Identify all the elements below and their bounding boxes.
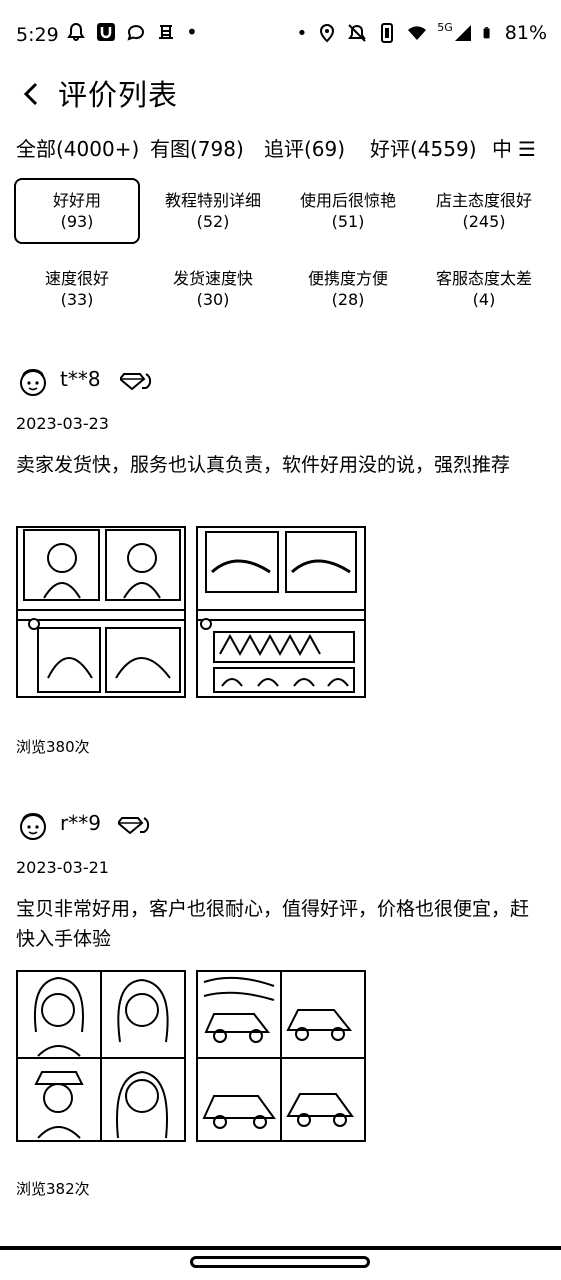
filter-tabs: 全部(4000+) 有图(798) 追评(69) 好评(4559) 中 ☰ — [0, 134, 561, 170]
review-content: 宝贝非常好用，客户也很耐心，值得好评，价格也很便宜，赶快入手体验 — [16, 898, 530, 950]
tag-count: (28) — [331, 290, 365, 309]
tag-count: (93) — [60, 212, 94, 231]
review-item: r**9 2023-03-21 宝贝非常好用，客户也很耐心，值得好评，价格也很便… — [16, 808, 546, 1208]
location-icon — [320, 23, 335, 43]
bell-icon — [67, 22, 85, 41]
dot-icon: • — [186, 20, 198, 44]
avatar[interactable] — [16, 364, 50, 398]
home-gesture-bar[interactable] — [190, 1256, 370, 1268]
tag-chip[interactable]: 好好用 (93) — [14, 178, 140, 244]
tag-name: 使用后很惊艳 — [299, 191, 396, 210]
tab-follow-up[interactable]: 追评(69) — [264, 134, 345, 164]
status-bar: 5:29 • • 5G 81% — [0, 0, 561, 70]
tag-count: (30) — [196, 290, 230, 309]
wifi-icon — [408, 26, 427, 40]
battery-icon — [483, 27, 490, 39]
tag-chip[interactable]: 发货速度快 (30) — [150, 256, 276, 322]
tag-name: 教程特别详细 — [164, 191, 261, 210]
review-photo[interactable] — [196, 970, 366, 1142]
review-date: 2023-03-21 — [16, 858, 109, 877]
review-photo[interactable] — [16, 970, 186, 1142]
app-u-icon — [97, 23, 115, 41]
review-date: 2023-03-23 — [16, 414, 109, 433]
tag-name: 速度很好 — [44, 269, 109, 288]
review-content: 卖家发货快，服务也认真负责，软件好用没的说，强烈推荐 — [16, 454, 511, 476]
tag-chip[interactable]: 使用后很惊艳 (51) — [285, 178, 411, 244]
chat-icon — [127, 25, 144, 41]
username: t**8 — [60, 367, 101, 391]
review-photo[interactable] — [16, 526, 186, 698]
tag-count: (245) — [462, 212, 506, 231]
status-right-icons: • 5G 81% — [296, 20, 547, 45]
tag-name: 客服态度太差 — [435, 269, 532, 288]
notification-icons: • — [66, 22, 198, 42]
tag-name: 店主态度很好 — [435, 191, 532, 210]
chevron-left-icon — [23, 82, 38, 106]
signal-icon — [454, 25, 471, 41]
view-count: 浏览380次 — [16, 738, 90, 756]
status-time: 5:29 — [16, 24, 59, 46]
mute-bell-icon — [348, 24, 367, 42]
photo-collage-image — [18, 529, 184, 693]
tag-chip[interactable]: 教程特别详细 (52) — [150, 178, 276, 244]
tag-chip[interactable]: 速度很好 (33) — [14, 256, 140, 322]
view-count: 浏览382次 — [16, 1180, 90, 1198]
username: r**9 — [60, 811, 101, 835]
tag-name: 便携度方便 — [307, 269, 388, 288]
tag-name: 好好用 — [52, 191, 101, 210]
review-photo[interactable] — [196, 526, 366, 698]
tag-name: 发货速度快 — [172, 269, 253, 288]
tag-count: (33) — [60, 290, 94, 309]
header: 评价列表 — [0, 70, 561, 120]
page-title: 评价列表 — [58, 78, 179, 112]
tab-with-images[interactable]: 有图(798) — [150, 134, 244, 164]
photo-collage-image — [198, 972, 364, 1140]
menu-icon[interactable]: ☰ — [518, 134, 536, 164]
news-icon — [159, 25, 173, 39]
tab-neutral[interactable]: 中 — [492, 134, 512, 164]
photo-collage-image — [18, 972, 184, 1140]
tag-chip[interactable]: 店主态度很好 (245) — [421, 178, 547, 244]
avatar[interactable] — [16, 808, 50, 842]
network-type: 5G — [437, 20, 453, 34]
tag-chip[interactable]: 客服态度太差 (4) — [421, 256, 547, 322]
review-item: t**8 2023-03-23 卖家发货快，服务也认真负责，软件好用没的说，强烈… — [16, 364, 546, 764]
back-button[interactable] — [16, 74, 46, 114]
diamond-level-icon — [118, 817, 150, 834]
tag-chip[interactable]: 便携度方便 (28) — [285, 256, 411, 322]
vibrate-icon — [381, 23, 394, 43]
photo-collage-image — [198, 531, 364, 693]
tag-count: (52) — [196, 212, 230, 231]
tag-count: (4) — [472, 290, 496, 309]
tag-count: (51) — [331, 212, 365, 231]
battery-percent: 81% — [504, 22, 547, 44]
dot-icon: • — [296, 22, 308, 44]
tab-positive[interactable]: 好评(4559) — [370, 134, 477, 164]
tab-all[interactable]: 全部(4000+) — [16, 134, 139, 164]
nav-divider — [0, 1246, 561, 1250]
diamond-level-icon — [120, 373, 152, 390]
